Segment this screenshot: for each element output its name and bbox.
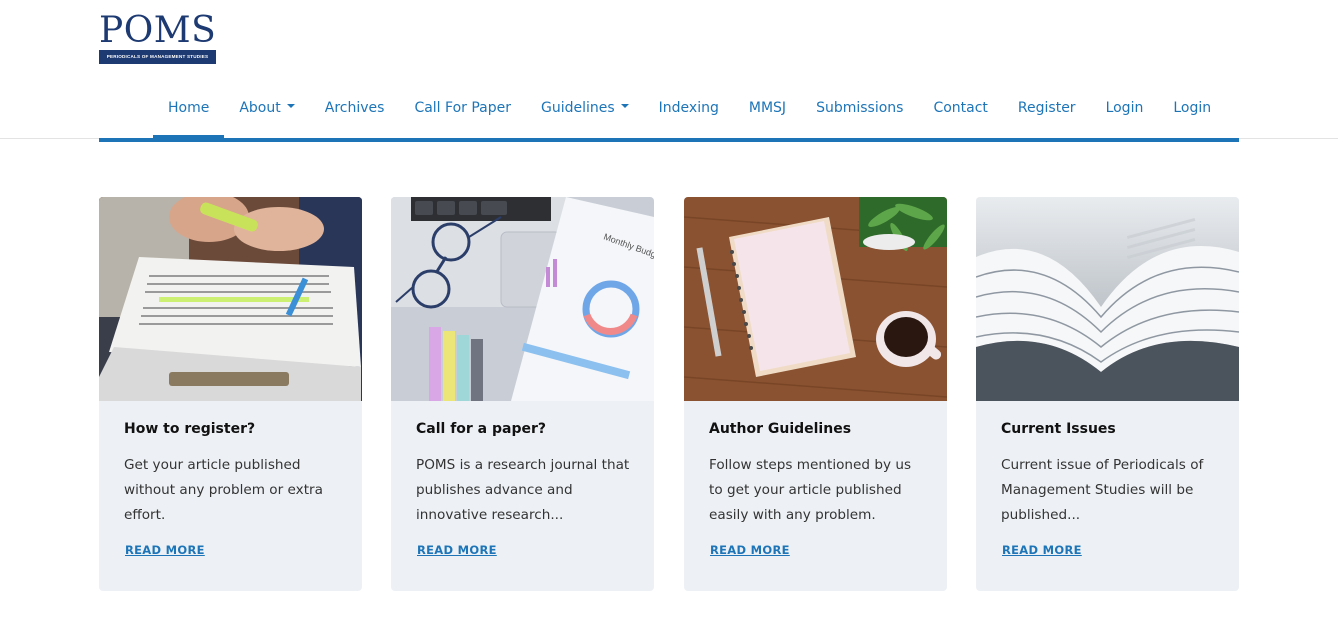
nav-item-login-secondary[interactable]: Login bbox=[1158, 86, 1226, 138]
nav-item-submissions[interactable]: Submissions bbox=[801, 86, 918, 138]
card-title: Call for a paper? bbox=[416, 421, 547, 437]
nav-item-label: Register bbox=[1017, 100, 1076, 116]
main-nav: Home About Archives Call For Paper Guide… bbox=[153, 86, 1226, 138]
nav-item-label: Call For Paper bbox=[414, 100, 511, 116]
card-title: How to register? bbox=[124, 421, 256, 437]
card-description: Current issue of Periodicals of Manageme… bbox=[1001, 457, 1204, 523]
nav-item-mmsj[interactable]: MMSJ bbox=[734, 86, 801, 138]
card-author-guidelines: Author Guidelines Follow steps mentioned… bbox=[684, 197, 947, 591]
card-call-for-paper: Monthly Budg Call for a paper? POMS is a… bbox=[391, 197, 654, 591]
read-more-link[interactable]: READ MORE bbox=[125, 543, 205, 557]
notebook-coffee-image bbox=[684, 197, 947, 401]
nav-item-label: Indexing bbox=[658, 100, 719, 116]
site-header: POMS PERIODICALS OF MANAGEMENT STUDIES H… bbox=[0, 0, 1338, 139]
card-description: POMS is a research journal that publishe… bbox=[416, 457, 630, 523]
nav-item-label: Login bbox=[1105, 100, 1144, 116]
read-more-link[interactable]: READ MORE bbox=[417, 543, 497, 557]
logo-wordmark: POMS bbox=[99, 10, 217, 51]
nav-item-archives[interactable]: Archives bbox=[310, 86, 400, 138]
nav-item-call-for-paper[interactable]: Call For Paper bbox=[399, 86, 526, 138]
card-description: Follow steps mentioned by us to get your… bbox=[709, 457, 912, 523]
nav-item-label: Submissions bbox=[816, 100, 904, 116]
feature-cards: How to register? Get your article publis… bbox=[99, 197, 1239, 591]
card-title: Current Issues bbox=[1001, 421, 1116, 437]
nav-item-label: About bbox=[239, 100, 281, 116]
nav-underline-bar bbox=[99, 138, 1239, 142]
open-magazines-image bbox=[976, 197, 1239, 401]
card-title: Author Guidelines bbox=[709, 421, 852, 437]
highlighting-book-image bbox=[99, 197, 362, 401]
read-more-link[interactable]: READ MORE bbox=[710, 543, 790, 557]
nav-item-indexing[interactable]: Indexing bbox=[644, 86, 734, 138]
card-how-to-register: How to register? Get your article publis… bbox=[99, 197, 362, 591]
card-description: Get your article published without any p… bbox=[124, 457, 323, 523]
card-current-issues: Current Issues Current issue of Periodic… bbox=[976, 197, 1239, 591]
desk-laptop-glasses-image: Monthly Budg bbox=[391, 197, 654, 401]
nav-item-label: MMSJ bbox=[748, 100, 787, 116]
read-more-link[interactable]: READ MORE bbox=[1002, 543, 1082, 557]
caret-down-icon bbox=[620, 104, 629, 108]
nav-item-label: Archives bbox=[324, 100, 385, 116]
nav-item-contact[interactable]: Contact bbox=[918, 86, 1002, 138]
site-logo[interactable]: POMS PERIODICALS OF MANAGEMENT STUDIES bbox=[99, 10, 217, 66]
nav-item-label: Contact bbox=[933, 100, 988, 116]
nav-item-label: Home bbox=[168, 100, 210, 116]
nav-item-about[interactable]: About bbox=[224, 86, 309, 138]
nav-item-home[interactable]: Home bbox=[153, 86, 225, 138]
nav-item-label: Login bbox=[1173, 100, 1212, 116]
nav-item-label: Guidelines bbox=[541, 100, 615, 116]
nav-item-register[interactable]: Register bbox=[1003, 86, 1091, 138]
caret-down-icon bbox=[286, 104, 295, 108]
nav-item-guidelines[interactable]: Guidelines bbox=[526, 86, 644, 138]
logo-tagline: PERIODICALS OF MANAGEMENT STUDIES bbox=[99, 50, 216, 64]
nav-item-login[interactable]: Login bbox=[1091, 86, 1159, 138]
